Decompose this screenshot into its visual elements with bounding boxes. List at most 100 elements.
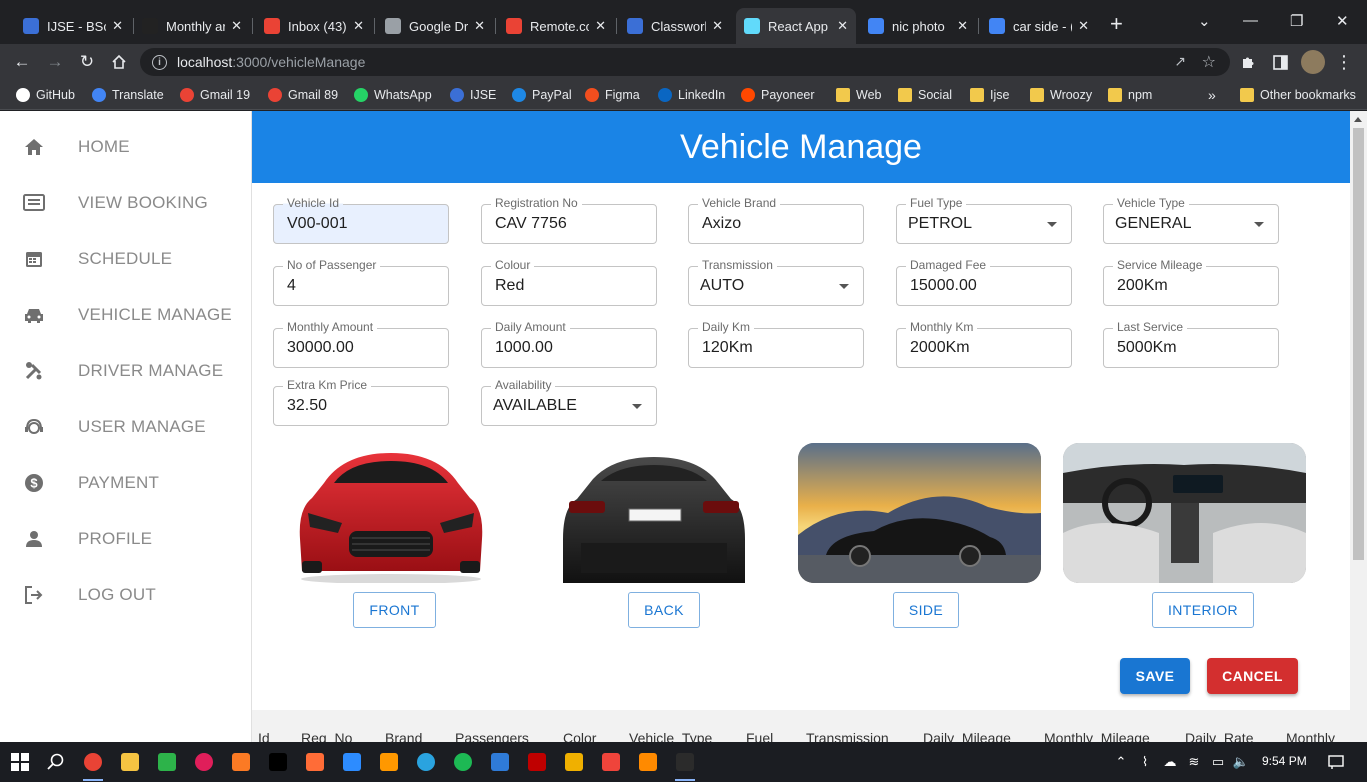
wifi-icon[interactable]: ≋ (1182, 750, 1206, 774)
registration-no-field[interactable]: Registration No CAV 7756 (481, 196, 657, 244)
battery-icon[interactable]: ▭ (1206, 750, 1230, 774)
bookmark-item[interactable]: PayPal (512, 85, 572, 105)
bookmark-item[interactable]: Figma (585, 85, 640, 105)
table-column-header[interactable]: Reg_No (301, 730, 352, 742)
availability-select[interactable]: Availability AVAILABLE (481, 378, 657, 426)
scrollbar-thumb[interactable] (1353, 128, 1364, 560)
colour-field[interactable]: Colour Red (481, 258, 657, 306)
tab-search-chevron-icon[interactable]: ⌄ (1198, 12, 1211, 30)
browser-tab[interactable]: Remote.co ✕ (498, 8, 614, 44)
table-column-header[interactable]: Color (563, 730, 596, 742)
bookmark-item[interactable]: Gmail 19 (180, 85, 250, 105)
daily-amount-field[interactable]: Daily Amount 1000.00 (481, 320, 657, 368)
tab-close-icon[interactable]: ✕ (474, 18, 485, 34)
table-column-header[interactable]: Monthly_ (1286, 730, 1343, 742)
clock-time[interactable]: 9:54 PM (1262, 754, 1307, 768)
tab-close-icon[interactable]: ✕ (837, 18, 848, 34)
network-icon[interactable]: ⌇ (1133, 750, 1157, 774)
bookmark-item[interactable]: WhatsApp (354, 85, 432, 105)
tab-close-icon[interactable]: ✕ (1078, 18, 1089, 34)
daily-km-field[interactable]: Daily Km 120Km (688, 320, 864, 368)
home-browser-icon[interactable] (107, 50, 131, 74)
windows-start-icon[interactable] (8, 750, 32, 774)
volume-icon[interactable]: 🔈 (1229, 750, 1253, 774)
app-3-icon[interactable] (488, 750, 512, 774)
side-panel-icon[interactable] (1268, 50, 1292, 74)
table-column-header[interactable]: Daily_Rate (1185, 730, 1253, 742)
reload-icon[interactable]: ↻ (75, 50, 99, 74)
transmission-select[interactable]: Transmission AUTO (688, 258, 864, 306)
sidebar-item-driver-manage[interactable]: DRIVER MANAGE (0, 343, 251, 399)
intellij-icon[interactable] (266, 750, 290, 774)
table-column-header[interactable]: Transmission (806, 730, 889, 742)
tab-close-icon[interactable]: ✕ (112, 18, 123, 34)
bookmark-item[interactable]: IJSE (450, 85, 496, 105)
table-column-header[interactable]: Vehicle_Type (629, 730, 712, 742)
calculator-icon[interactable] (155, 750, 179, 774)
menu-kebab-icon[interactable]: ⋮ (1332, 50, 1356, 74)
extra-km-price-field[interactable]: Extra Km Price 32.50 (273, 378, 449, 426)
browser-tab[interactable]: React App ✕ (736, 8, 856, 44)
fuel-type-select[interactable]: Fuel Type PETROL (896, 196, 1072, 244)
bookmark-item[interactable]: npm (1108, 85, 1152, 105)
interior-upload-button[interactable]: INTERIOR (1152, 592, 1254, 628)
sidebar-item-schedule[interactable]: SCHEDULE (0, 231, 251, 287)
minimize-icon[interactable]: — (1243, 12, 1258, 29)
zoom-icon[interactable] (340, 750, 364, 774)
telegram-icon[interactable] (414, 750, 438, 774)
sublime-icon[interactable] (377, 750, 401, 774)
vehicle-brand-field[interactable]: Vehicle Brand Axizo (688, 196, 864, 244)
tab-close-icon[interactable]: ✕ (595, 18, 606, 34)
address-bar[interactable]: i localhost:3000/vehicleManage ↗ ☆ (140, 48, 1230, 76)
bookmark-item[interactable]: Payoneer (741, 85, 815, 105)
notifications-icon[interactable] (1324, 750, 1348, 774)
table-column-header[interactable]: Passengers (455, 730, 529, 742)
other-bookmarks[interactable]: Other bookmarks (1240, 85, 1356, 105)
browser-tab[interactable]: Google Dr ✕ (377, 8, 493, 44)
more-bookmarks-chevron[interactable]: » (1208, 85, 1216, 105)
bookmark-star-icon[interactable]: ☆ (1202, 52, 1216, 72)
vehicle-type-select[interactable]: Vehicle Type GENERAL (1103, 196, 1279, 244)
filezilla-icon[interactable] (525, 750, 549, 774)
bookmark-item[interactable]: Ijse (970, 85, 1009, 105)
vehicle-id-field[interactable]: Vehicle Id V00-001 (273, 196, 449, 244)
anydesk-icon[interactable] (599, 750, 623, 774)
sidebar-item-home[interactable]: HOME (0, 119, 251, 175)
front-upload-button[interactable]: FRONT (353, 592, 436, 628)
table-column-header[interactable]: Monthly_Mileage (1044, 730, 1150, 742)
cancel-button[interactable]: CANCEL (1207, 658, 1298, 694)
slack-icon[interactable] (192, 750, 216, 774)
cloud-icon[interactable]: ☁ (1158, 750, 1182, 774)
damaged-fee-field[interactable]: Damaged Fee 15000.00 (896, 258, 1072, 306)
search-icon[interactable] (44, 750, 68, 774)
sidebar-item-log-out[interactable]: LOG OUT (0, 567, 251, 623)
spotify-icon[interactable] (451, 750, 475, 774)
sidebar-item-view-booking[interactable]: VIEW BOOKING (0, 175, 251, 231)
tab-close-icon[interactable]: ✕ (957, 18, 968, 34)
browser-tab[interactable]: car side - (✕ (981, 8, 1097, 44)
profile-avatar[interactable] (1301, 50, 1325, 74)
back-upload-button[interactable]: BACK (628, 592, 700, 628)
save-button[interactable]: SAVE (1120, 658, 1190, 694)
no-of-passenger-field[interactable]: No of Passenger 4 (273, 258, 449, 306)
sidebar-item-user-manage[interactable]: USER MANAGE (0, 399, 251, 455)
browser-tab[interactable]: Inbox (43) ✕ (256, 8, 372, 44)
gamepad-icon[interactable] (636, 750, 660, 774)
service-mileage-field[interactable]: Service Mileage 200Km (1103, 258, 1279, 306)
restore-icon[interactable]: ❐ (1290, 12, 1303, 30)
bookmark-item[interactable]: GitHub (16, 85, 75, 105)
last-service-field[interactable]: Last Service 5000Km (1103, 320, 1279, 368)
chrome-icon[interactable] (81, 750, 105, 774)
bookmark-item[interactable]: LinkedIn (658, 85, 725, 105)
webstorm-icon[interactable] (673, 750, 697, 774)
side-upload-button[interactable]: SIDE (893, 592, 959, 628)
sidebar-item-payment[interactable]: $ PAYMENT (0, 455, 251, 511)
monthly-km-field[interactable]: Monthly Km 2000Km (896, 320, 1072, 368)
file-explorer-icon[interactable] (118, 750, 142, 774)
browser-tab[interactable]: IJSE - BSc (✕ (15, 8, 131, 44)
sidebar-item-profile[interactable]: PROFILE (0, 511, 251, 567)
postman-icon[interactable] (303, 750, 327, 774)
tab-close-icon[interactable]: ✕ (712, 18, 723, 34)
bookmark-item[interactable]: Translate (92, 85, 164, 105)
sidebar-item-vehicle-manage[interactable]: VEHICLE MANAGE (0, 287, 251, 343)
